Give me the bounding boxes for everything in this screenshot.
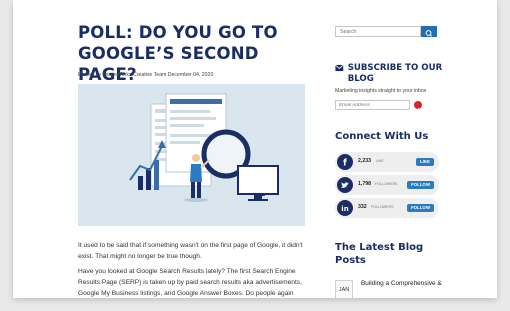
latest-post-title[interactable]: Building a Comprehensive &: [361, 280, 451, 288]
facebook-icon[interactable]: f: [337, 154, 353, 170]
subscribe-submit-button[interactable]: [414, 101, 422, 113]
svg-text:in: in: [341, 205, 348, 213]
connect-title: Connect With Us: [335, 131, 429, 142]
search-button[interactable]: [421, 26, 437, 37]
page-frame: POLL: DO YOU GO TO GOOGLE’S SECOND PAGE?…: [13, 0, 497, 298]
subscribe-heading: SUBSCRIBE TO OUR BLOG: [335, 63, 455, 84]
search-icon: [425, 30, 433, 37]
latest-post-item[interactable]: JAN Building a Comprehensive &: [335, 280, 465, 298]
email-field[interactable]: [335, 100, 410, 110]
linkedin-label: FOLLOWERS: [371, 205, 394, 209]
post-meta: Posted by ImageWorks Creative Team Decem…: [78, 72, 214, 78]
post-date-badge: JAN: [335, 280, 353, 298]
subscribe-title: SUBSCRIBE TO OUR BLOG: [347, 63, 443, 84]
twitter-count: 1,798: [358, 181, 371, 187]
twitter-follow-button[interactable]: FOLLOW: [406, 181, 434, 189]
facebook-count: 2,233: [358, 158, 371, 164]
facebook-row: f 2,233 LIKE LIKE: [335, 152, 439, 172]
linkedin-icon[interactable]: in: [337, 200, 353, 216]
twitter-row: 1,798 FOLLOWERS FOLLOW: [335, 175, 439, 195]
svg-text:f: f: [343, 159, 347, 169]
hero-illustration: [78, 84, 305, 226]
facebook-label: LIKE: [376, 159, 384, 163]
search-input[interactable]: [335, 26, 421, 37]
twitter-icon[interactable]: [337, 177, 353, 193]
twitter-label: FOLLOWERS: [375, 182, 398, 186]
linkedin-row: in 332 FOLLOWERS FOLLOW: [335, 198, 439, 218]
facebook-like-button[interactable]: LIKE: [415, 158, 434, 166]
envelope-icon: [335, 64, 344, 72]
linkedin-count: 332: [358, 204, 367, 210]
latest-posts-title: The Latest Blog Posts: [335, 242, 424, 266]
post-paragraph: It used to be said that if something was…: [78, 242, 303, 260]
subscribe-text: Marketing insights straight to your inbo…: [335, 88, 427, 94]
linkedin-follow-button[interactable]: FOLLOW: [406, 204, 434, 212]
post-paragraph: Have you looked at Google Search Results…: [78, 268, 302, 297]
arrow-right-icon: [416, 107, 421, 113]
